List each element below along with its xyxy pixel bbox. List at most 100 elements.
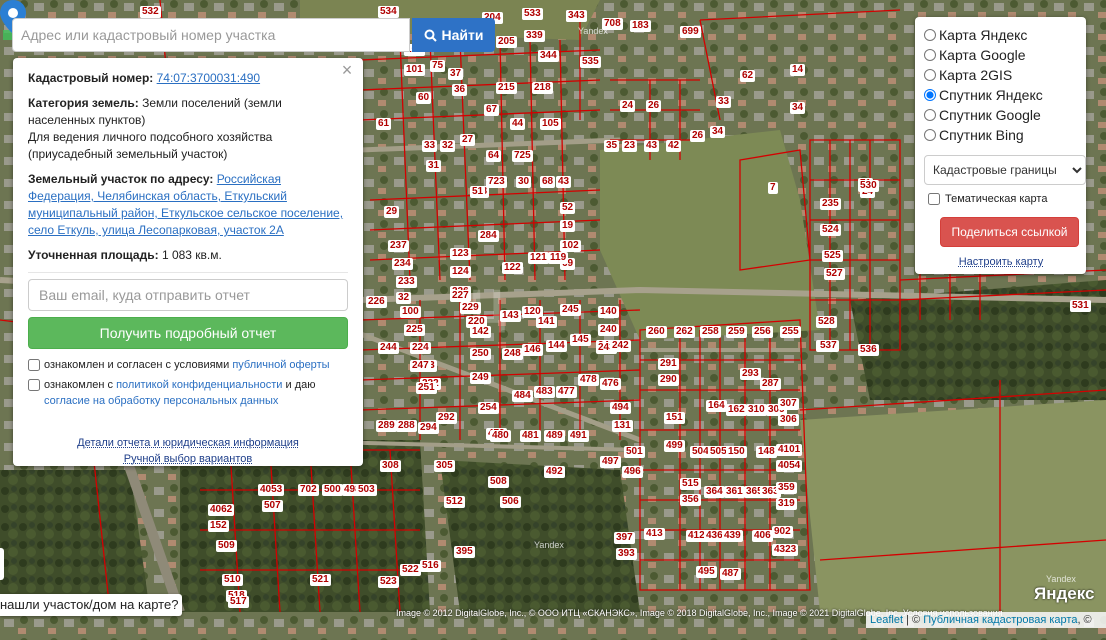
parcel-label[interactable]: 439 [722, 530, 743, 542]
parcel-label[interactable]: 75 [430, 60, 446, 72]
parcel-label[interactable]: 500 [322, 484, 343, 496]
parcel-label[interactable]: 256 [752, 326, 773, 338]
cadastral-number-link[interactable]: 74:07:3700031:490 [157, 71, 260, 85]
parcel-label[interactable]: 699 [680, 26, 701, 38]
parcel-label[interactable]: 501 [624, 446, 645, 458]
layer-option-3[interactable]: Спутник Яндекс [924, 85, 1078, 105]
parcel-label[interactable]: 31 [426, 160, 442, 172]
parcel-label[interactable]: 497 [600, 456, 621, 468]
parcel-label[interactable]: 67 [484, 104, 500, 116]
parcel-label[interactable]: 152 [208, 520, 229, 532]
parcel-label[interactable]: 262 [674, 326, 695, 338]
parcel-label[interactable]: 536 [858, 344, 879, 356]
parcel-label[interactable]: 183 [630, 20, 651, 32]
parcel-label[interactable]: 105 [540, 118, 561, 130]
parcel-label[interactable]: 702 [298, 484, 319, 496]
parcel-label[interactable]: 537 [818, 340, 839, 352]
parcel-label[interactable]: 489 [544, 430, 565, 442]
parcel-label[interactable]: 507 [262, 500, 283, 512]
parcel-label[interactable]: 42 [666, 140, 682, 152]
parcel-label[interactable]: 531 [1070, 300, 1091, 312]
parcel-label[interactable]: 4054 [776, 460, 803, 472]
parcel-label[interactable]: 37 [448, 68, 464, 80]
public-offer-link[interactable]: публичной оферты [232, 359, 329, 371]
parcel-label[interactable]: 24 [620, 100, 636, 112]
parcel-label[interactable]: 123 [450, 248, 471, 260]
close-icon[interactable]: × [340, 61, 354, 79]
parcel-label[interactable]: 237 [388, 240, 409, 252]
parcel-label[interactable]: 344 [538, 50, 559, 62]
parcel-label[interactable]: 225 [404, 324, 425, 336]
parcel-label[interactable]: 205 [496, 36, 517, 48]
layer-option-5[interactable]: Спутник Bing [924, 125, 1078, 145]
personal-data-consent-link[interactable]: согласие на обработку персональных данны… [44, 393, 278, 409]
parcel-label[interactable]: 227 [450, 290, 471, 302]
parcel-label[interactable]: 288 [396, 420, 417, 432]
get-report-button[interactable]: Получить подробный отчет [28, 317, 348, 349]
parcel-label[interactable]: 234 [392, 258, 413, 270]
parcel-label[interactable]: 33 [716, 96, 732, 108]
parcel-label[interactable]: 146 [522, 344, 543, 356]
parcel-label[interactable]: 121 [528, 252, 549, 264]
parcel-label[interactable]: 145 [570, 334, 591, 346]
parcel-label[interactable]: 34 [710, 126, 726, 138]
parcel-label[interactable]: 509 [216, 540, 237, 552]
parcel-label[interactable]: 723 [486, 176, 507, 188]
report-details-link[interactable]: Детали отчета и юридическая информация [28, 435, 348, 451]
parcel-label[interactable]: 413 [644, 528, 665, 540]
parcel-label[interactable]: 144 [546, 340, 567, 352]
parcel-label[interactable]: 528 [816, 316, 837, 328]
parcel-label[interactable]: 533 [522, 8, 543, 20]
parcel-label[interactable]: 406 [752, 530, 773, 542]
parcel-label[interactable]: 249 [470, 372, 491, 384]
parcel-label[interactable]: 142 [470, 326, 491, 338]
parcel-label[interactable]: 492 [544, 466, 565, 478]
parcel-label[interactable]: 4323 [772, 544, 799, 556]
parcel-label[interactable]: 527 [824, 268, 845, 280]
parcel-label[interactable]: 294 [418, 422, 439, 434]
parcel-label[interactable]: 522 [400, 564, 421, 576]
parcel-label[interactable]: 319 [776, 498, 797, 510]
parcel-label[interactable]: 102 [560, 240, 581, 252]
manual-choice-link[interactable]: Ручной выбор вариантов [28, 451, 348, 467]
parcel-label[interactable]: 61 [376, 118, 392, 130]
parcel-label[interactable]: 508 [488, 476, 509, 488]
parcel-label[interactable]: 491 [568, 430, 589, 442]
parcel-label[interactable]: 30 [516, 176, 532, 188]
parcel-label[interactable]: 43 [556, 176, 572, 188]
parcel-label[interactable]: 224 [410, 342, 431, 354]
parcel-label[interactable]: 4062 [208, 504, 235, 516]
parcel-label[interactable]: 494 [610, 402, 631, 414]
layer-radio[interactable] [924, 129, 936, 141]
parcel-label[interactable]: 499 [664, 440, 685, 452]
parcel-label[interactable]: 287 [760, 378, 781, 390]
parcel-label[interactable]: 496 [622, 466, 643, 478]
parcel-label[interactable]: 242 [610, 340, 631, 352]
layer-radio[interactable] [924, 29, 936, 41]
parcel-label[interactable]: 35 [604, 140, 620, 152]
email-field[interactable] [28, 279, 348, 311]
parcel-label[interactable]: 361 [724, 486, 745, 498]
parcel-label[interactable]: 284 [478, 230, 499, 242]
parcel-label[interactable]: 34 [790, 102, 806, 114]
parcel-label[interactable]: 26 [646, 100, 662, 112]
parcel-label[interactable]: 27 [460, 134, 476, 146]
parcel-label[interactable]: 215 [496, 82, 517, 94]
side-tab[interactable] [0, 548, 4, 580]
parcel-label[interactable]: 7 [768, 182, 778, 194]
parcel-label[interactable]: 478 [578, 374, 599, 386]
layer-option-0[interactable]: Карта Яндекс [924, 25, 1078, 45]
parcel-label[interactable]: 32 [440, 140, 456, 152]
parcel-label[interactable]: 131 [612, 420, 633, 432]
parcel-label[interactable]: 251 [416, 382, 437, 394]
parcel-label[interactable]: 364 [704, 486, 725, 498]
parcel-label[interactable]: 141 [536, 316, 557, 328]
parcel-label[interactable]: 140 [598, 306, 619, 318]
search-input[interactable] [12, 18, 410, 52]
parcel-label[interactable]: 260 [646, 326, 667, 338]
parcel-label[interactable]: 516 [420, 560, 441, 572]
parcel-label[interactable]: 480 [490, 430, 511, 442]
parcel-label[interactable]: 229 [460, 302, 481, 314]
parcel-label[interactable]: 510 [222, 574, 243, 586]
parcel-label[interactable]: 481 [520, 430, 541, 442]
